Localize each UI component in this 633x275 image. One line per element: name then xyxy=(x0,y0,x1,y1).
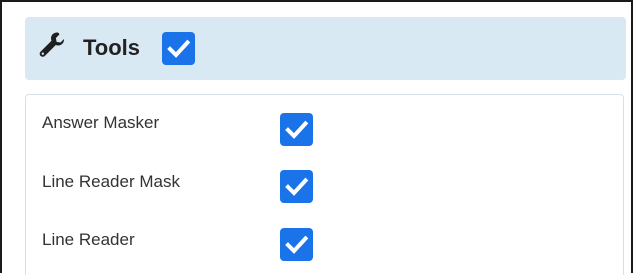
option-label-answer-masker: Answer Masker xyxy=(42,113,160,132)
option-label-line-reader: Line Reader xyxy=(42,230,135,249)
line-reader-checkbox[interactable] xyxy=(280,228,313,261)
answer-masker-checkbox[interactable] xyxy=(280,113,313,146)
tools-options-list: Answer Masker Line Reader Mask Line Read… xyxy=(25,94,624,275)
line-reader-mask-checkbox[interactable] xyxy=(280,170,313,203)
checkmark-icon xyxy=(285,120,309,139)
wrench-icon xyxy=(38,31,65,58)
option-label-line-reader-mask: Line Reader Mask xyxy=(42,172,180,191)
checkmark-icon xyxy=(167,39,191,58)
checkmark-icon xyxy=(285,235,309,254)
checkmark-icon xyxy=(285,177,309,196)
tools-panel-frame: Tools Answer Masker Line Reader Mask Lin… xyxy=(0,0,633,275)
page-title: Tools xyxy=(83,35,141,60)
tools-header: Tools xyxy=(25,17,626,80)
tools-enable-checkbox[interactable] xyxy=(162,32,195,65)
